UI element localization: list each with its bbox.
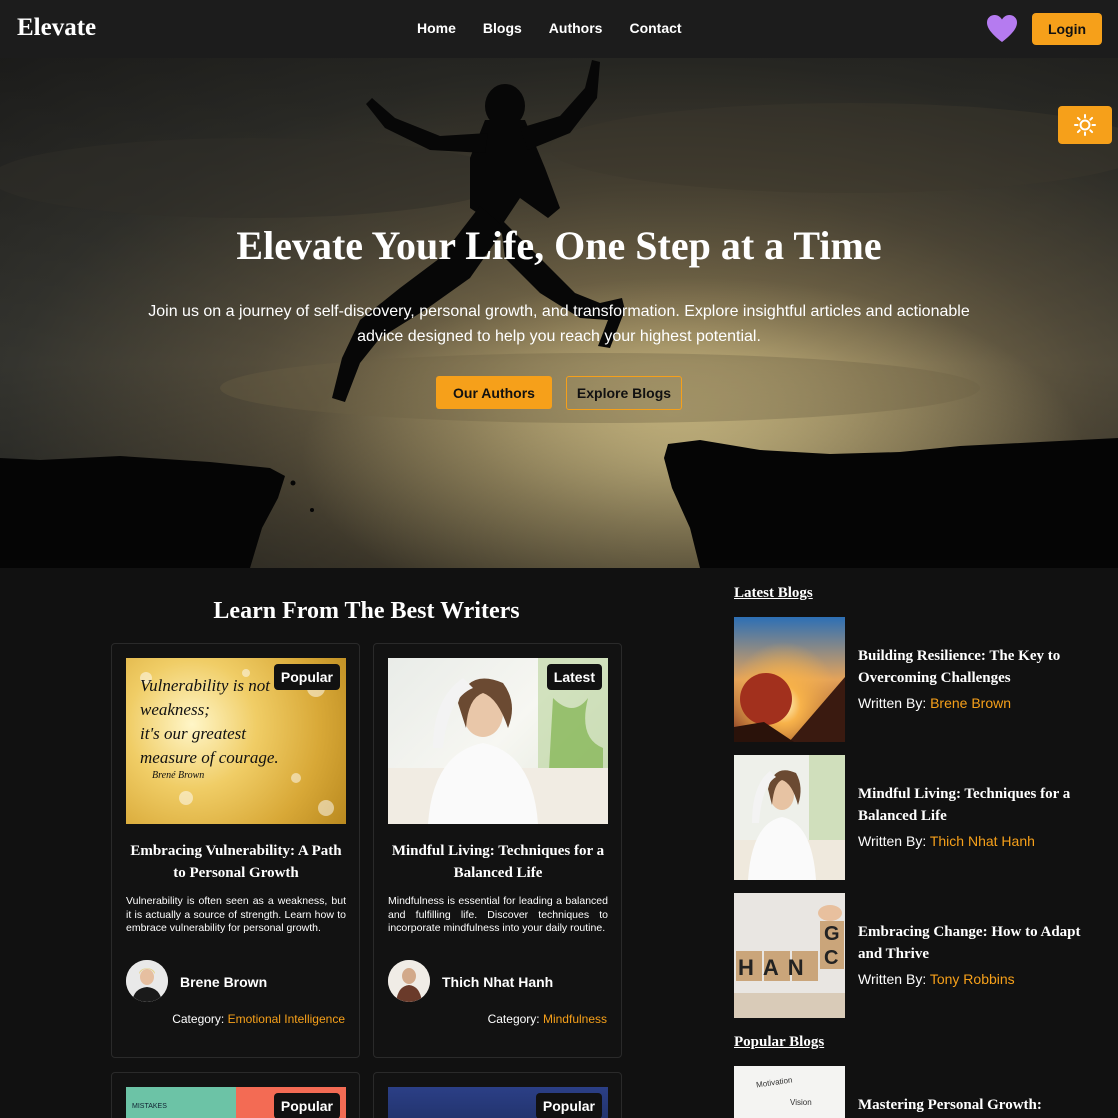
blog-card-title[interactable]: Mindful Living: Techniques for a Balance…: [388, 840, 608, 884]
latest-blogs-heading[interactable]: Latest Blogs: [734, 585, 813, 602]
main-menu: Home Blogs Authors Contact: [417, 20, 709, 36]
sidebar-blog-image: Motivation Vision: [734, 1066, 845, 1118]
top-navbar: Elevate Home Blogs Authors Contact Login: [0, 0, 1118, 58]
nav-contact-link[interactable]: Contact: [629, 20, 681, 36]
blog-card-image: MISTAKES Popular: [126, 1087, 346, 1118]
sidebar-blog-byline: Written By: Tony Robbins: [858, 971, 1015, 987]
quote-author: Brené Brown: [152, 770, 205, 781]
theme-toggle-button[interactable]: [1058, 106, 1112, 144]
hero-title: Elevate Your Life, One Step at a Time: [236, 223, 882, 268]
quote-line: it's our greatest: [140, 724, 246, 743]
category-link[interactable]: Mindfulness: [543, 1012, 607, 1026]
block-letter-side: C: [824, 947, 839, 969]
explore-blogs-button[interactable]: Explore Blogs: [566, 376, 682, 410]
latest-badge: Latest: [546, 664, 602, 690]
hero-subtitle: Join us on a journey of self-discovery, …: [148, 303, 970, 345]
image-text: MISTAKES: [132, 1103, 167, 1110]
hero-banner: Elevate Your Life, One Step at a Time Jo…: [0, 58, 1118, 568]
nav-authors-link[interactable]: Authors: [549, 20, 603, 36]
sidebar-author-link[interactable]: Thich Nhat Hanh: [930, 833, 1035, 849]
sidebar-blog-title[interactable]: Mindful Living: Techniques for a Balance…: [858, 783, 1088, 827]
popular-badge: Popular: [535, 1093, 602, 1118]
author-name[interactable]: Brene Brown: [180, 974, 267, 990]
login-button[interactable]: Login: [1032, 13, 1102, 45]
image-word: Motivation: [755, 1075, 793, 1090]
popular-blogs-heading[interactable]: Popular Blogs: [734, 1034, 824, 1051]
sidebar-blog-title[interactable]: Mastering Personal Growth:: [858, 1094, 1088, 1116]
image-word: Vision: [790, 1098, 812, 1107]
sidebar-author-link[interactable]: Brene Brown: [930, 695, 1011, 711]
nav-home-link[interactable]: Home: [417, 20, 456, 36]
sidebar-blog-image: [734, 617, 845, 742]
sidebar-blog-byline: Written By: Brene Brown: [858, 695, 1011, 711]
brand-logo[interactable]: Elevate: [17, 14, 96, 42]
block-letter-top: G: [824, 923, 840, 945]
sidebar-blog-image: G C HAN: [734, 893, 845, 1018]
category-link[interactable]: Emotional Intelligence: [228, 1012, 345, 1026]
heart-icon[interactable]: [987, 15, 1017, 43]
blog-card-description: Mindfulness is essential for leading a b…: [388, 895, 608, 934]
avatar: [126, 960, 168, 1002]
sun-icon: [1074, 114, 1096, 136]
sidebar-blog-item[interactable]: Mindful Living: Techniques for a Balance…: [734, 755, 1094, 880]
blog-card[interactable]: MISTAKES Popular: [111, 1072, 360, 1118]
our-authors-button[interactable]: Our Authors: [436, 376, 552, 409]
avatar: [388, 960, 430, 1002]
sidebar-author-link[interactable]: Tony Robbins: [930, 971, 1015, 987]
sidebar-blog-byline: Written By: Thich Nhat Hanh: [858, 833, 1035, 849]
written-by-label: Written By:: [858, 833, 927, 849]
popular-badge: Popular: [273, 1093, 340, 1118]
blog-card-title[interactable]: Embracing Vulnerability: A Path to Perso…: [126, 840, 346, 884]
category: Category: Emotional Intelligence: [172, 1012, 345, 1026]
nav-blogs-link[interactable]: Blogs: [483, 20, 522, 36]
sidebar-blog-item[interactable]: Building Resilience: The Key to Overcomi…: [734, 617, 1094, 742]
blog-card[interactable]: Vulnerability is not weakness; it's our …: [111, 643, 360, 1058]
blog-card[interactable]: Popular: [373, 1072, 622, 1118]
sidebar-blog-title[interactable]: Building Resilience: The Key to Overcomi…: [858, 645, 1088, 689]
sidebar-blog-title[interactable]: Embracing Change: How to Adapt and Thriv…: [858, 921, 1088, 965]
block-letters: HAN: [738, 955, 813, 980]
section-title: Learn From The Best Writers: [213, 598, 520, 624]
quote-line: weakness;: [140, 700, 210, 719]
category-label: Category:: [487, 1012, 540, 1026]
blog-card-image: Vulnerability is not weakness; it's our …: [126, 658, 346, 824]
sidebar-blog-item[interactable]: Motivation Vision Mastering Personal Gro…: [734, 1066, 1094, 1118]
category: Category: Mindfulness: [488, 1012, 607, 1026]
quote-line: measure of courage.: [140, 748, 279, 767]
written-by-label: Written By:: [858, 971, 927, 987]
category-label: Category:: [172, 1012, 225, 1026]
popular-badge: Popular: [273, 664, 340, 690]
sidebar-blog-item[interactable]: G C HAN Embracing Change: How to Adapt a…: [734, 893, 1094, 1018]
blog-card-image: Popular: [388, 1087, 608, 1118]
blog-card[interactable]: Latest Mindful Living: Techniques for a …: [373, 643, 622, 1058]
written-by-label: Written By:: [858, 695, 927, 711]
blog-card-image: Latest: [388, 658, 608, 824]
blog-card-description: Vulnerability is often seen as a weaknes…: [126, 895, 346, 934]
author-name[interactable]: Thich Nhat Hanh: [442, 974, 553, 990]
sidebar-blog-image: [734, 755, 845, 880]
